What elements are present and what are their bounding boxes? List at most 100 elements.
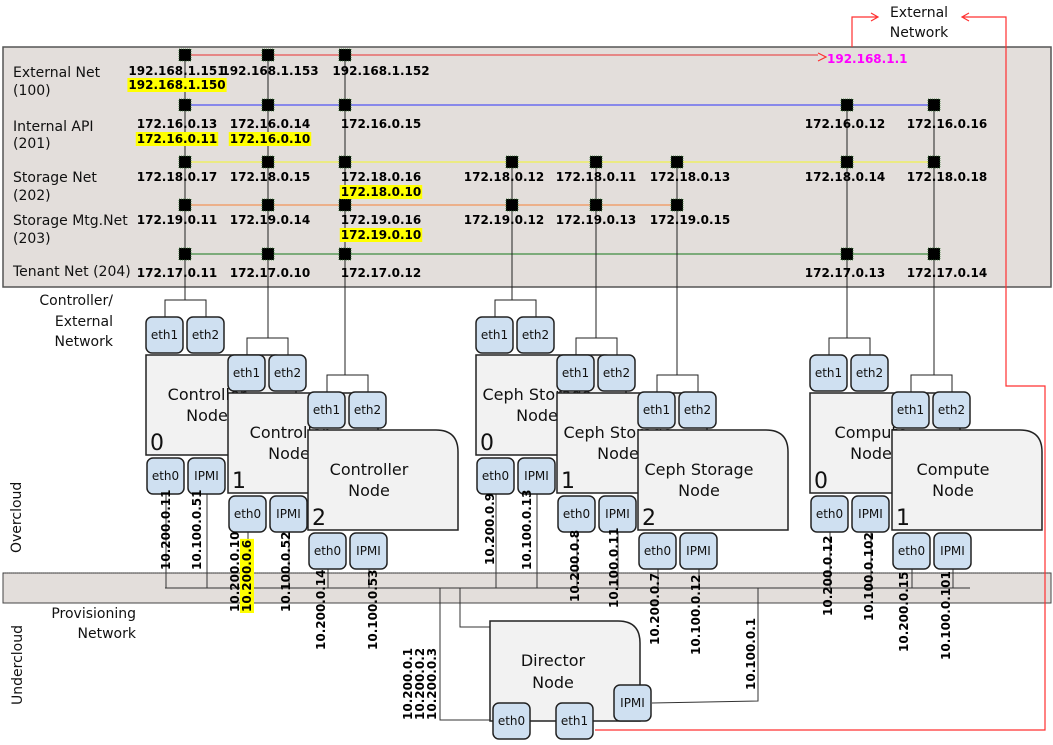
node-label: Controller	[330, 460, 409, 479]
iface-eth2-label: eth2	[856, 366, 883, 380]
network-port-tenant	[927, 247, 941, 261]
node-label: Director	[521, 651, 586, 670]
ip-storage_mgmt: 172.19.0.12	[464, 213, 544, 227]
iface-eth1-label: eth1	[233, 366, 260, 380]
iface-eth2-label: eth2	[354, 403, 381, 417]
network-port-tenant	[338, 247, 352, 261]
ip-provisioning: 10.200.0.14	[314, 570, 328, 650]
iface-eth1-label: eth1	[481, 328, 508, 342]
network-port-storage_mgmt	[505, 198, 519, 212]
network-port-external	[338, 48, 352, 62]
network-port-storage_mgmt	[589, 198, 603, 212]
external-network-label: Network	[890, 25, 949, 41]
node-label: Node	[932, 481, 974, 500]
ip-ipmi: 10.100.0.101	[939, 571, 953, 660]
net-vlan-storage-mgmt: (203)	[13, 231, 51, 247]
network-port-internal_api	[338, 98, 352, 112]
vip-internal_api: 172.16.0.10	[230, 132, 310, 146]
provisioning-network-label: Provisioning	[51, 606, 136, 622]
network-port-storage	[840, 155, 854, 169]
ip-storage_mgmt: 172.19.0.11	[137, 213, 217, 227]
ip-tenant: 172.17.0.10	[230, 266, 310, 280]
node-label: Node	[597, 444, 639, 463]
iface-eth0-label: eth0	[234, 507, 261, 521]
iface-eth0-label: eth0	[644, 544, 671, 558]
iface-eth0-label: eth0	[314, 544, 341, 558]
ip-storage: 172.18.0.18	[907, 170, 987, 184]
node-director: Director Node eth0 eth1 IPMI	[489, 620, 652, 740]
ip-storage: 172.18.0.12	[464, 170, 544, 184]
iface-eth0-label: eth0	[482, 469, 509, 483]
node-label: Node	[516, 406, 558, 425]
ip-tenant: 172.17.0.14	[907, 266, 987, 280]
node-index: 0	[150, 431, 164, 456]
node-label: Node	[348, 481, 390, 500]
vip-internal_api: 172.16.0.11	[137, 132, 217, 146]
network-port-storage	[505, 155, 519, 169]
overcloud-label: Overcloud	[9, 482, 25, 553]
network-port-storage_mgmt	[178, 198, 192, 212]
ip-ipmi: 10.100.0.13	[520, 490, 534, 570]
iface-eth0-label: eth0	[498, 714, 525, 728]
network-port-tenant	[840, 247, 854, 261]
node-comp1: Compute Node 1 eth1 eth2 eth0 IPMI	[891, 374, 1043, 570]
node-index: 2	[642, 506, 656, 531]
iface-eth2-label: eth2	[522, 328, 549, 342]
network-port-storage_mgmt	[261, 198, 275, 212]
ip-storage: 172.18.0.16	[341, 170, 421, 184]
external-gateway-ip: 192.168.1.1	[827, 52, 907, 66]
node-index: 1	[561, 469, 575, 494]
node-label: Node	[532, 673, 574, 692]
ip-provisioning: 10.200.0.8	[568, 530, 582, 602]
iface-eth1-label: eth1	[815, 366, 842, 380]
iface-eth0-label: eth0	[563, 507, 590, 521]
ip-storage: 172.18.0.11	[556, 170, 636, 184]
node-label: Node	[850, 444, 892, 463]
ip-tenant: 172.17.0.13	[805, 266, 885, 280]
external-network-label: External	[890, 5, 948, 21]
ip-provisioning: 10.200.0.9	[483, 493, 497, 565]
vip-provisioning: 10.200.0.6	[240, 540, 254, 612]
director-ipmi-link	[651, 588, 759, 704]
ip-ipmi: 10.100.0.12	[689, 575, 703, 655]
ip-storage_mgmt: 172.19.0.16	[341, 213, 421, 227]
network-port-internal_api	[261, 98, 275, 112]
ip-storage: 172.18.0.13	[650, 170, 730, 184]
ip-storage_mgmt: 172.19.0.15	[650, 213, 730, 227]
iface-ipmi-label: IPMI	[686, 544, 711, 558]
network-diagram: ControllerNode0eth1 eth2eth0 IPMIControlle…	[2, 5, 1052, 740]
network-port-storage	[927, 155, 941, 169]
ip-ipmi: 10.100.0.52	[279, 532, 293, 612]
ip-internal_api: 172.16.0.14	[230, 117, 310, 131]
iface-eth2-label: eth2	[603, 366, 630, 380]
ip-internal_api: 172.16.0.16	[907, 117, 987, 131]
ip-internal_api: 172.16.0.12	[805, 117, 885, 131]
iface-eth1-label: eth1	[897, 403, 924, 417]
ip-provisioning: 10.200.0.12	[821, 536, 835, 616]
net-label-storage: Storage Net	[13, 170, 97, 186]
bond-bracket	[910, 374, 953, 392]
node-label: Node	[678, 481, 720, 500]
network-port-storage	[338, 155, 352, 169]
undercloud-label: Undercloud	[10, 625, 26, 705]
iface-ipmi-label: IPMI	[858, 507, 883, 521]
iface-ipmi-label: IPMI	[276, 507, 301, 521]
ip-ipmi: 10.100.0.102	[862, 532, 876, 621]
node-label: Compute	[917, 460, 990, 479]
controller-external-label: Network	[55, 334, 114, 350]
ip-storage_mgmt: 172.19.0.14	[230, 213, 310, 227]
ip-ipmi: 10.100.0.53	[366, 570, 380, 650]
net-label-storage-mgmt: Storage Mtg.Net	[13, 213, 128, 229]
iface-ipmi-label: IPMI	[194, 469, 219, 483]
ip-external: 192.168.1.152	[332, 64, 429, 78]
iface-eth1-label: eth1	[643, 403, 670, 417]
iface-eth2-label: eth2	[684, 403, 711, 417]
network-port-storage_mgmt	[670, 198, 684, 212]
vip-external: 192.168.1.150	[128, 78, 225, 92]
node-label: Ceph Storage	[645, 460, 754, 479]
bond-bracket	[575, 337, 618, 355]
network-port-internal_api	[178, 98, 192, 112]
ip-ipmi: 10.100.0.51	[190, 490, 204, 570]
bond-bracket	[656, 374, 699, 392]
network-port-tenant	[178, 247, 192, 261]
